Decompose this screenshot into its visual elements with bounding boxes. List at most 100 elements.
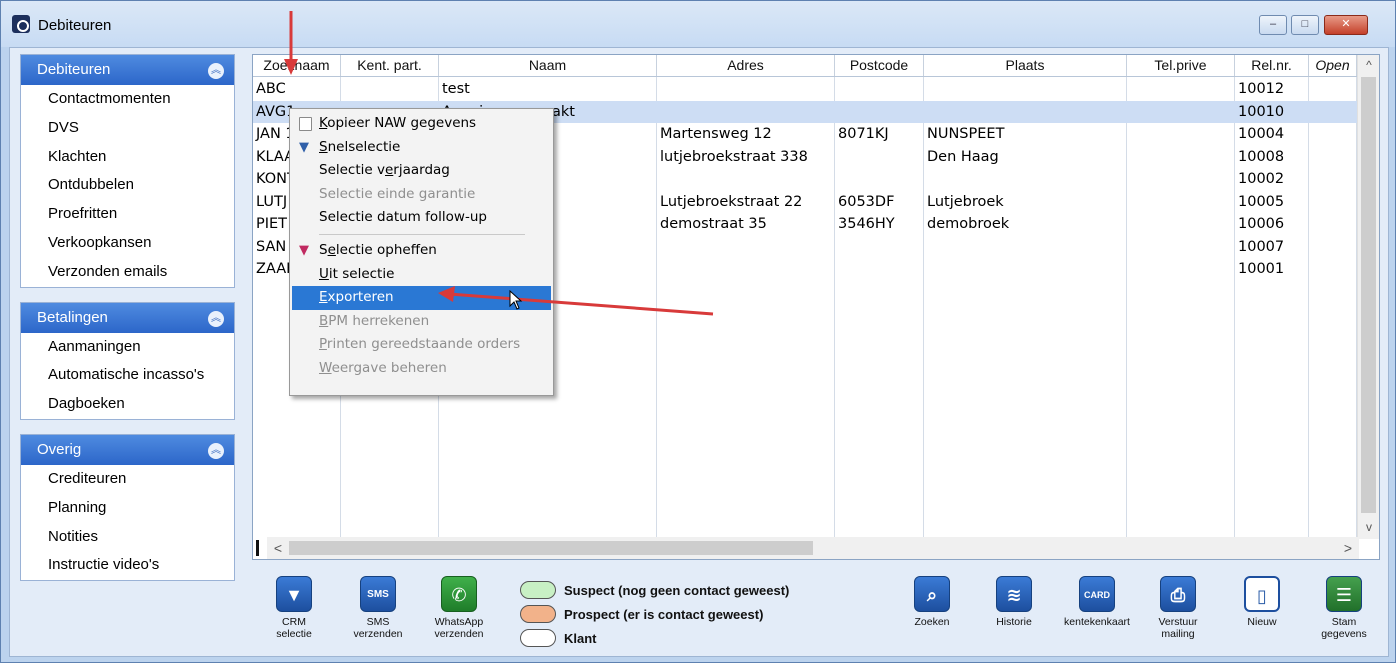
button-label: Stam [1331,616,1357,628]
column-header[interactable]: Naam [439,55,657,76]
panel-header-debiteuren[interactable]: Debiteuren ︽ [21,55,234,85]
collapse-icon[interactable]: ︽ [208,310,224,327]
sidebar-item-klachten[interactable]: Klachten [21,143,234,172]
table-cell [1127,191,1235,214]
sidebar-item-dvs[interactable]: DVS [21,114,234,143]
column-header[interactable]: Tel.prive [1127,55,1235,76]
table-cell: NUNSPEET [927,126,1005,142]
kentekenkaart-button[interactable]: CARD kentekenkaart [1057,576,1137,628]
window-title: Debiteuren [38,17,112,34]
menu-item-snelselectie[interactable]: ▼ Snelselectie [290,136,553,160]
menu-item-selectie-verjaardag[interactable]: Selectie verjaardag [290,159,553,183]
sidebar-item-verkoopkansen[interactable]: Verkoopkansen [21,229,234,258]
maximize-button[interactable]: □ [1291,15,1319,35]
menu-item-exporteren[interactable]: Exporteren [292,286,551,310]
scroll-left-arrow[interactable]: < [267,537,289,559]
table-cell [1127,213,1235,236]
filter-icon: ▼ [299,139,309,155]
scroll-down-arrow[interactable]: v [1358,517,1380,537]
sidebar-item-contactmomenten[interactable]: Contactmomenten [21,85,234,114]
column-header[interactable]: Rel.nr. [1235,55,1309,76]
menu-item-uit-selectie[interactable]: Uit selectie [290,263,553,287]
sidebar-item-planning[interactable]: Planning [21,494,234,523]
bottom-toolbar: ▼ CRM selectie SMS SMS verzenden ✆ Whats… [252,566,1380,652]
button-label: mailing [1161,628,1195,640]
legend-label: Suspect (nog geen contact geweest) [564,582,790,598]
scroll-up-arrow[interactable]: ^ [1358,55,1380,75]
table-cell [1309,191,1357,214]
table-cell [657,101,835,124]
whatsapp-verzenden-button[interactable]: ✆ WhatsApp verzenden [419,576,499,640]
legend-label: Prospect (er is contact geweest) [564,606,764,622]
scroll-icon: ≋ [996,576,1032,612]
printer-icon: ⎙ [1160,576,1196,612]
sidebar-item-aanmaningen[interactable]: Aanmaningen [21,333,234,362]
column-header[interactable]: Open [1309,55,1357,76]
table-cell [1309,123,1357,146]
panel-debiteuren: Debiteuren ︽ Contactmomenten DVS Klachte… [20,54,235,288]
close-button[interactable]: ✕ [1324,15,1368,35]
column-header[interactable]: Postcode [835,55,924,76]
sidebar-item-proefritten[interactable]: Proefritten [21,200,234,229]
scroll-right-arrow[interactable]: > [1337,537,1359,559]
menu-item-selectie-einde-garantie[interactable]: Selectie einde garantie [290,183,553,207]
table-cell [1309,101,1357,124]
panel-betalingen: Betalingen ︽ Aanmaningen Automatische in… [20,301,235,420]
menu-item-label: Selectie datum follow-up [319,209,487,226]
vertical-scrollbar[interactable]: ^ v [1357,55,1379,539]
menu-item-label: Exporteren [319,289,394,306]
table-cell [1309,168,1357,191]
horizontal-scrollbar[interactable]: < > [267,537,1359,559]
column-header[interactable]: Adres [657,55,835,76]
table-cell [924,236,1127,259]
table-cell [1127,168,1235,191]
menu-item-selectie-datum-follow-up[interactable]: Selectie datum follow-up [290,206,553,230]
button-label: CRM [282,616,306,628]
sidebar-item-crediteuren[interactable]: Crediteuren [21,465,234,494]
vertical-scroll-thumb[interactable] [1361,77,1376,513]
menu-item-printen-gereedstaande-orders[interactable]: Printen gereedstaande orders [290,333,553,357]
verstuur-mailing-button[interactable]: ⎙ Verstuur mailing [1138,576,1218,640]
button-label: kentekenkaart [1064,616,1130,628]
minimize-button[interactable]: – [1259,15,1287,35]
menu-item-label: Printen gereedstaande orders [319,336,521,353]
panel-header-overig[interactable]: Overig ︽ [21,434,234,465]
column-header[interactable]: Zoeknaam [253,55,341,76]
sidebar-item-verzonden-emails[interactable]: Verzonden emails [21,258,234,287]
button-label: WhatsApp [434,616,484,628]
table-cell [1127,123,1235,146]
sidebar-item-notities[interactable]: Notities [21,523,234,552]
menu-item-label: Snelselectie [319,138,401,155]
stam-gegevens-button[interactable]: ☰ Stam gegevens [1304,576,1384,640]
menu-item-label: Selectie verjaardag [319,162,450,179]
table-row[interactable]: ABC test 10012 [253,78,1357,101]
sms-verzenden-button[interactable]: SMS SMS verzenden [338,576,418,640]
legend-item-klant: Klant [520,626,789,650]
button-label: SMS [366,616,390,628]
button-label: Historie [996,616,1032,628]
menu-item-bpm-herrekenen[interactable]: BPM herrekenen [290,310,553,334]
zoeken-button[interactable]: ⌕ Zoeken [892,576,972,628]
sidebar-item-dagboeken[interactable]: Dagboeken [21,390,234,419]
collapse-icon[interactable]: ︽ [208,442,224,459]
panel-title: Debiteuren [37,61,111,78]
sidebar-item-automatische-incassos[interactable]: Automatische incasso's [21,361,234,390]
nieuw-button[interactable]: ▯ Nieuw [1222,576,1302,628]
panel-header-betalingen[interactable]: Betalingen ︽ [21,302,234,333]
sidebar-item-instructie-videos[interactable]: Instructie video's [21,551,234,580]
crm-selectie-button[interactable]: ▼ CRM selectie [254,576,334,640]
menu-item-selectie-opheffen[interactable]: ▼ Selectie opheffen [290,239,553,263]
horizontal-scroll-thumb[interactable] [289,541,813,555]
table-cell [924,168,1127,191]
column-header[interactable]: Kent. part. [341,55,439,76]
collapse-icon[interactable]: ︽ [208,63,224,79]
menu-item-weergave-beheren[interactable]: Weergave beheren [290,357,553,381]
magnifier-icon: ⌕ [914,576,950,612]
menu-item-kopieer-naw-gegevens[interactable]: Kopieer NAW gegevens [290,112,553,136]
sidebar-item-ontdubbelen[interactable]: Ontdubbelen [21,171,234,200]
menu-item-label: Uit selectie [319,265,395,282]
historie-button[interactable]: ≋ Historie [974,576,1054,628]
column-header[interactable]: Plaats [924,55,1127,76]
panel-title: Overig [37,440,82,458]
legend-label: Klant [564,630,597,646]
